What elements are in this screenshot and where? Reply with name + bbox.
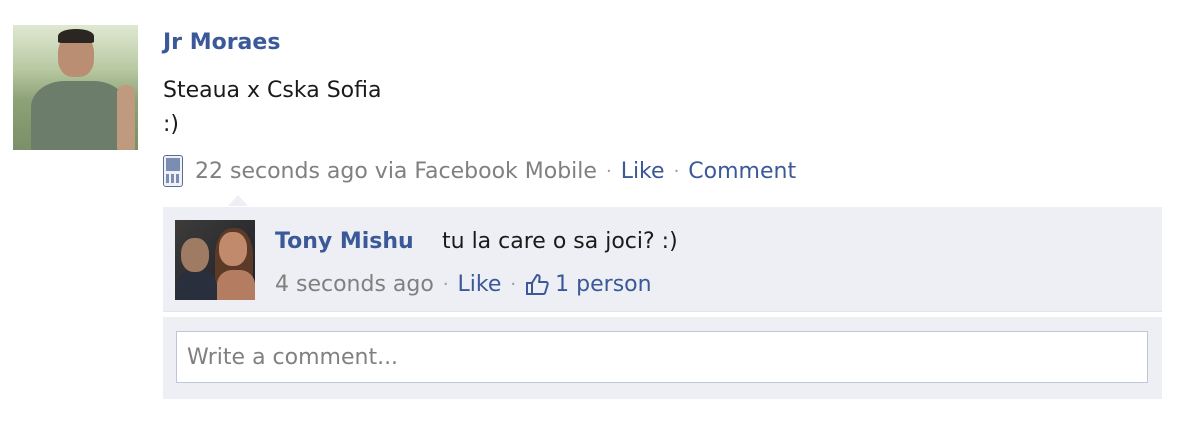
separator: ·: [605, 160, 612, 182]
write-comment-area: [163, 317, 1162, 399]
comment-avatar[interactable]: [175, 220, 255, 300]
comment-text: tu la care o sa joci? :): [442, 229, 678, 254]
post-comment-link[interactable]: Comment: [688, 159, 796, 184]
comment-like-link[interactable]: Like: [458, 272, 502, 297]
comment-timestamp[interactable]: 4 seconds ago: [275, 272, 434, 297]
comments-caret: [228, 195, 248, 206]
post-text-line: Steaua x Cska Sofia: [163, 78, 382, 103]
post-avatar[interactable]: [13, 25, 138, 150]
comment-likes-count-link[interactable]: 1 person: [555, 272, 651, 297]
comment-author-link[interactable]: Tony Mishu: [275, 229, 414, 254]
thumbs-up-icon[interactable]: [525, 273, 549, 295]
post-timestamp[interactable]: 22 seconds ago via Facebook Mobile: [195, 159, 597, 184]
comment-meta: 4 seconds ago · Like · 1 person: [275, 269, 652, 299]
mobile-phone-icon: [163, 155, 183, 187]
post-body: Steaua x Cska Sofia :): [163, 74, 381, 142]
separator: ·: [510, 273, 517, 295]
comment-item: Tony Mishu tu la care o sa joci? :) 4 se…: [163, 207, 1162, 312]
separator: ·: [673, 160, 680, 182]
post-like-link[interactable]: Like: [621, 159, 665, 184]
separator: ·: [442, 273, 449, 295]
post-text-line: :): [163, 112, 179, 137]
post-meta: 22 seconds ago via Facebook Mobile · Lik…: [163, 152, 796, 190]
write-comment-input[interactable]: [176, 331, 1148, 383]
post-author-link[interactable]: Jr Moraes: [163, 30, 280, 55]
